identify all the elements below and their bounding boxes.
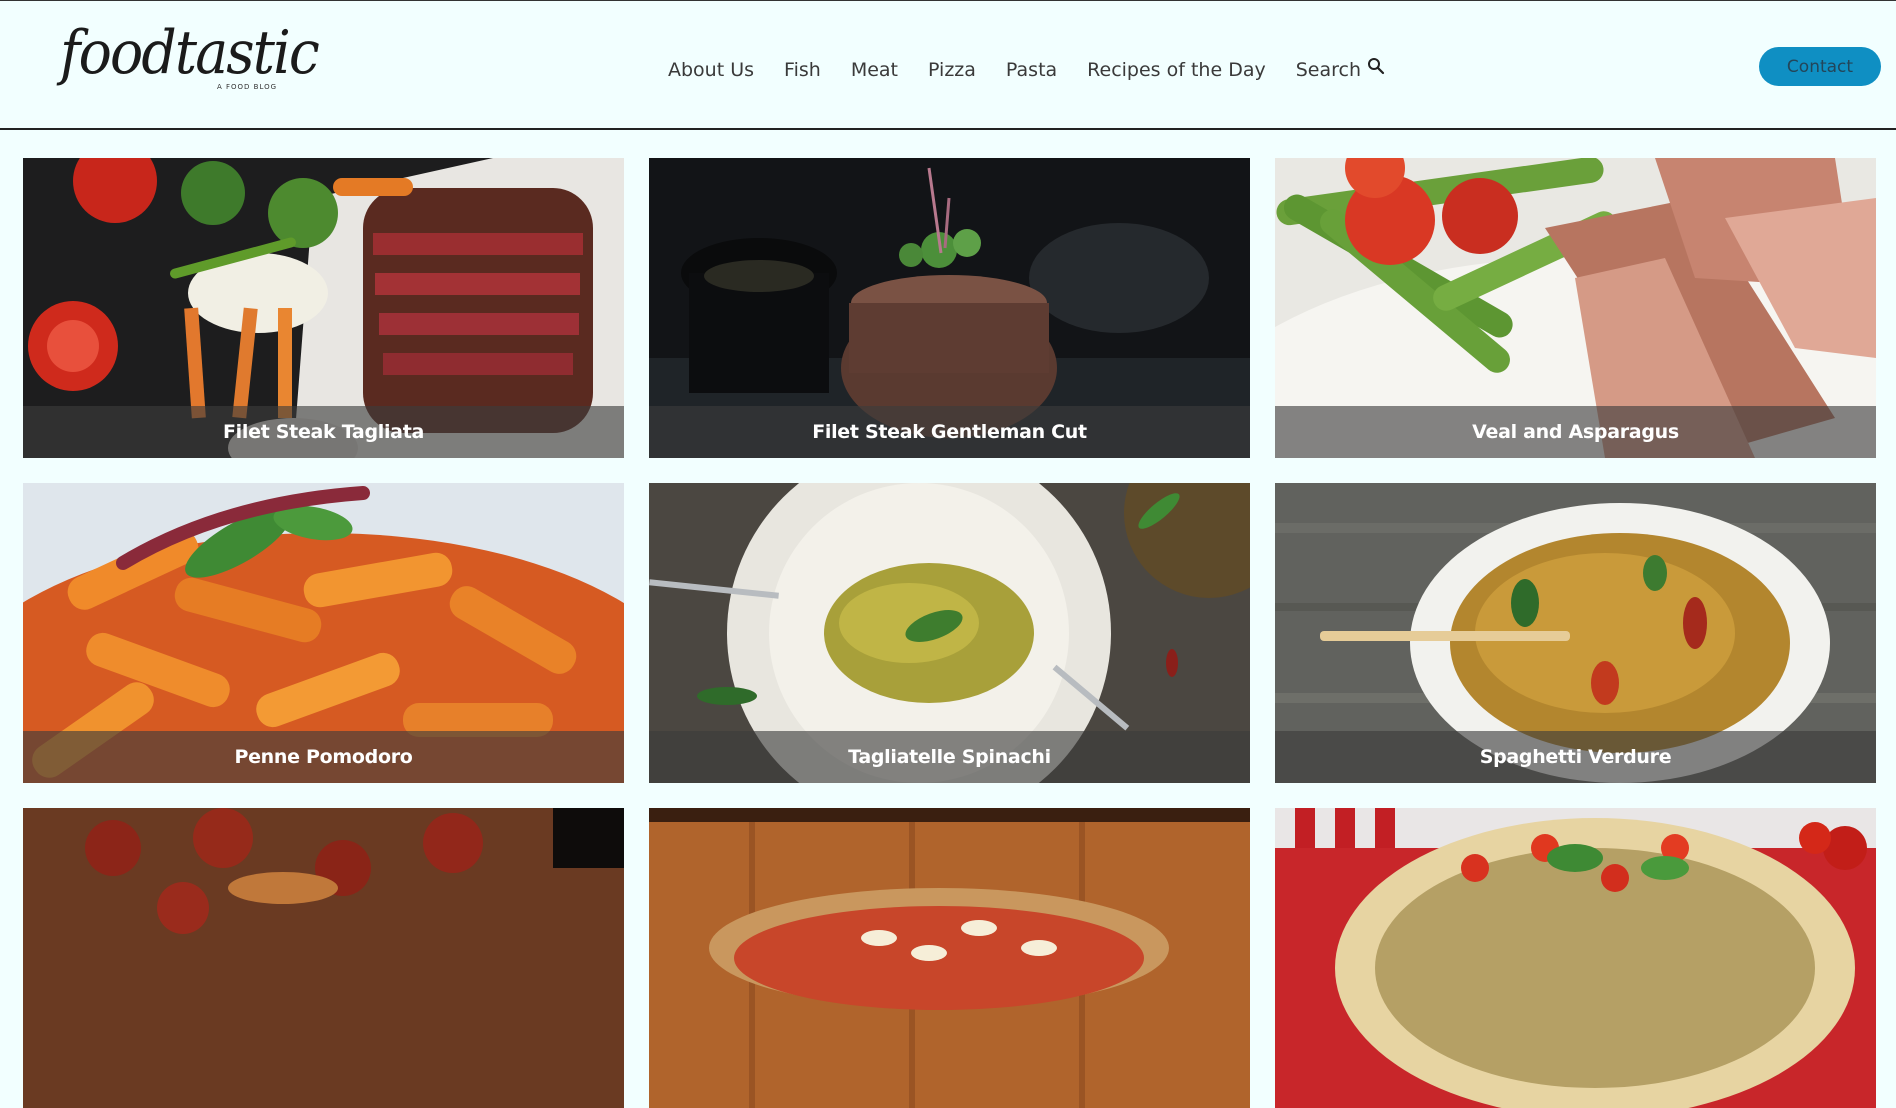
- recipe-grid: Filet Steak Tagliata Filet Steak Gentlem…: [23, 158, 1876, 1108]
- recipe-title: Spaghetti Verdure: [1275, 731, 1876, 783]
- contact-button[interactable]: Contact: [1759, 47, 1881, 86]
- recipe-card[interactable]: Tagliatelle Spinachi: [649, 483, 1250, 783]
- recipe-card[interactable]: Filet Steak Tagliata: [23, 158, 624, 458]
- recipe-card[interactable]: [23, 808, 624, 1108]
- nav-pasta[interactable]: Pasta: [1006, 59, 1057, 81]
- recipe-image: [23, 808, 624, 1108]
- nav-about-us[interactable]: About Us: [668, 59, 754, 81]
- recipe-title: Filet Steak Tagliata: [23, 406, 624, 458]
- site-header: foodtastic A FOOD BLOG About Us Fish Mea…: [0, 1, 1896, 130]
- main-nav: About Us Fish Meat Pizza Pasta Recipes o…: [668, 55, 1385, 85]
- nav-search-label: Search: [1295, 59, 1361, 81]
- nav-recipes-of-the-day[interactable]: Recipes of the Day: [1087, 59, 1266, 81]
- recipe-title: Penne Pomodoro: [23, 731, 624, 783]
- recipe-card[interactable]: [1275, 808, 1876, 1108]
- nav-meat[interactable]: Meat: [851, 59, 898, 81]
- logo-tagline: A FOOD BLOG: [217, 83, 278, 91]
- site-logo[interactable]: foodtastic A FOOD BLOG: [60, 23, 320, 109]
- recipe-title: Filet Steak Gentleman Cut: [649, 406, 1250, 458]
- recipe-card[interactable]: Veal and Asparagus: [1275, 158, 1876, 458]
- logo-wordmark: foodtastic: [60, 18, 320, 88]
- nav-search[interactable]: Search: [1295, 58, 1385, 81]
- recipe-card[interactable]: Filet Steak Gentleman Cut: [649, 158, 1250, 458]
- recipe-title: Veal and Asparagus: [1275, 406, 1876, 458]
- nav-pizza[interactable]: Pizza: [928, 59, 976, 81]
- recipe-card[interactable]: Penne Pomodoro: [23, 483, 624, 783]
- recipe-title: Tagliatelle Spinachi: [649, 731, 1250, 783]
- nav-fish[interactable]: Fish: [784, 59, 821, 81]
- recipe-card[interactable]: [649, 808, 1250, 1108]
- recipe-image: [649, 808, 1250, 1108]
- search-icon: [1368, 58, 1385, 75]
- recipe-image: [1275, 808, 1876, 1108]
- recipe-card[interactable]: Spaghetti Verdure: [1275, 483, 1876, 783]
